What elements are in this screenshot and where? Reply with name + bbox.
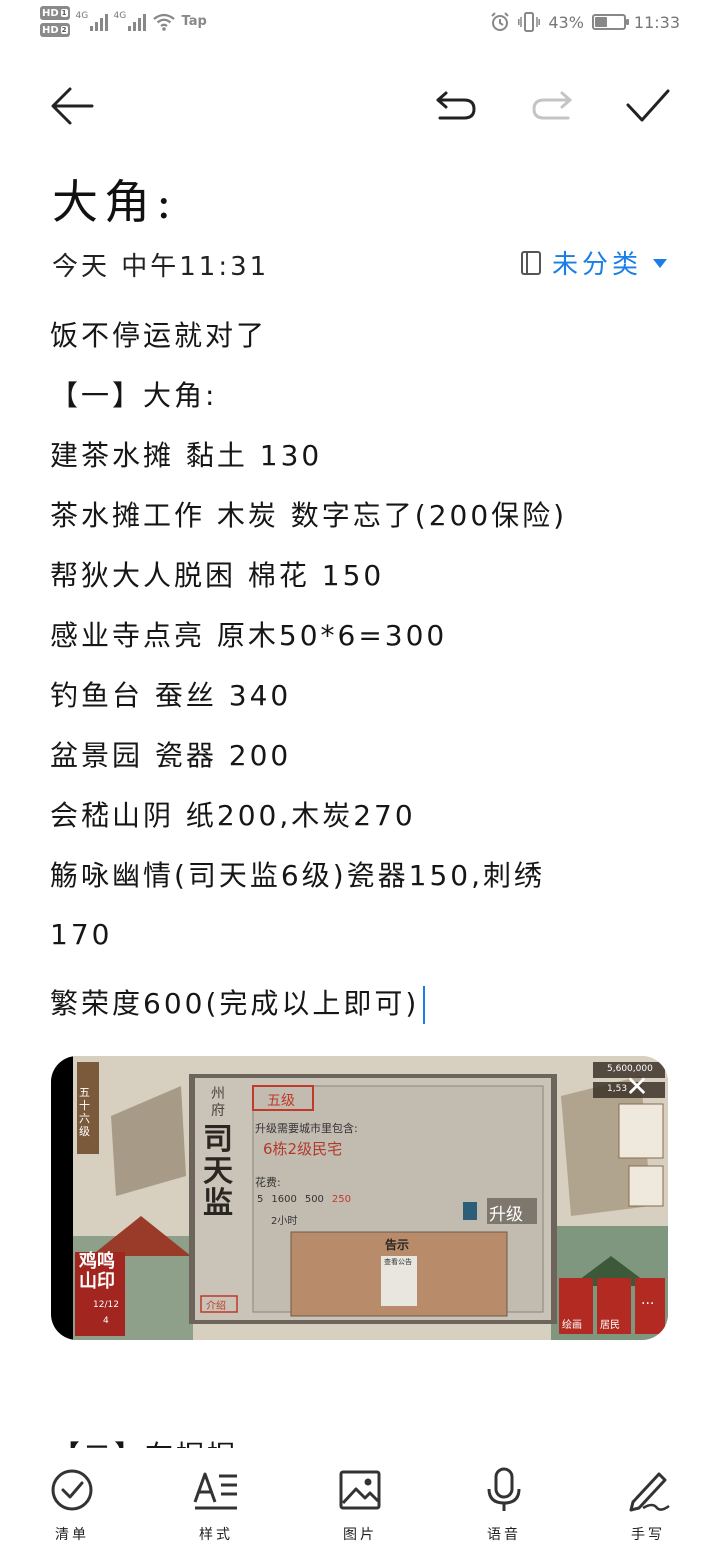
note-line[interactable]: 觞咏幽情(司天监6级)瓷器150,刺绣 — [50, 854, 545, 894]
text-style-button[interactable]: 样式 — [171, 1466, 261, 1544]
draw-button[interactable]: 绘画 — [562, 1316, 582, 1331]
handwriting-pen-icon — [624, 1466, 672, 1514]
stamp-text: 鸡鸣山印 — [79, 1251, 115, 1292]
category-selector[interactable]: 未分类 — [520, 244, 668, 281]
remove-image-button[interactable]: ✕ — [624, 1073, 650, 1101]
note-toolbar — [0, 76, 720, 136]
image-label: 图片 — [343, 1527, 377, 1543]
note-line[interactable]: 会嵇山阴 纸200,木炭270 — [50, 794, 416, 834]
note-line[interactable]: 帮狄大人脱困 棉花 150 — [50, 554, 384, 594]
redo-button[interactable] — [522, 76, 582, 136]
checklist-label: 清单 — [55, 1527, 89, 1543]
note-title[interactable]: 大角: — [52, 166, 178, 232]
cost-item: 1600 — [271, 1194, 297, 1205]
undo-icon — [436, 91, 476, 120]
residents-button[interactable]: 居民 — [600, 1316, 620, 1331]
cost-label: 花费: — [255, 1176, 281, 1189]
image-button[interactable]: 图片 — [315, 1466, 405, 1544]
arrow-left-icon — [51, 87, 94, 125]
voice-label: 语音 — [487, 1527, 521, 1543]
intro-button[interactable]: 介绍 — [206, 1297, 226, 1312]
clock: 11:33 — [633, 12, 680, 32]
level-badge: 五十六级 — [79, 1086, 90, 1138]
note-line[interactable]: 170 — [50, 918, 112, 951]
cost-row: 5 1600 500 250 — [257, 1194, 351, 1205]
note-line[interactable]: 茶水摊工作 木炭 数字忘了(200保险) — [50, 494, 567, 534]
battery-icon — [591, 14, 629, 30]
close-icon: ✕ — [625, 1070, 649, 1103]
back-button[interactable] — [42, 76, 102, 136]
check-icon — [626, 89, 670, 122]
image-icon — [336, 1466, 384, 1514]
notice-paper[interactable]: 查看公告 — [384, 1258, 416, 1267]
note-line-partial[interactable]: 【二】在据据 — [52, 1436, 238, 1448]
text-style-label: 样式 — [199, 1527, 233, 1543]
status-left: HD 1 HD 2 4G 4G Tap — [40, 6, 207, 37]
bottom-action-bar: 清单 样式 图片 语音 手写 — [0, 1450, 720, 1560]
requirement-value: 6栋2级民宅 — [263, 1140, 343, 1158]
status-right: 43% 11:33 — [490, 12, 680, 32]
alarm-icon — [491, 12, 510, 31]
hd-voice-icons: HD 1 HD 2 — [40, 6, 70, 37]
category-label: 未分类 — [551, 250, 642, 280]
level-label: 五级 — [267, 1093, 295, 1109]
building-name: 司天监 — [203, 1122, 233, 1221]
cost-item: 5 — [257, 1194, 264, 1205]
undo-button[interactable] — [426, 76, 486, 136]
note-line[interactable]: 盆景园 瓷器 200 — [50, 734, 291, 774]
game-screenshot — [51, 1056, 668, 1340]
upgrade-button[interactable]: 升级 — [489, 1200, 523, 1225]
handwriting-button[interactable]: 手写 — [603, 1466, 693, 1544]
dropdown-arrow-icon — [653, 258, 667, 268]
text-cursor — [423, 986, 426, 1024]
more-button[interactable]: ··· — [641, 1296, 654, 1312]
text-style-icon — [192, 1466, 240, 1514]
vibrate-icon — [518, 12, 541, 32]
note-line[interactable]: 繁荣度600(完成以上即可) — [50, 987, 419, 1020]
hd-voice-1-icon: HD 1 — [40, 6, 70, 20]
note-line-with-cursor[interactable]: 繁荣度600(完成以上即可) — [50, 982, 426, 1024]
redo-icon — [532, 91, 572, 120]
wifi-icon — [152, 13, 175, 31]
battery-percent: 43% — [548, 12, 584, 32]
note-line[interactable]: 【一】大角: — [50, 374, 217, 414]
stamp-sub: 4 — [103, 1316, 109, 1326]
note-line[interactable]: 建茶水摊 黏土 130 — [50, 434, 322, 474]
handwriting-label: 手写 — [631, 1527, 665, 1543]
checklist-icon — [48, 1466, 96, 1514]
requirement-label: 升级需要城市里包含: — [255, 1122, 358, 1135]
notebook-icon — [520, 250, 541, 275]
status-bar: HD 1 HD 2 4G 4G Tap 43% 11:33 — [0, 0, 720, 50]
embedded-image[interactable]: 五十六级 州府 司天监 五级 升级需要城市里包含: 6栋2级民宅 花费: 5 1… — [51, 1056, 668, 1340]
microphone-icon — [480, 1466, 528, 1514]
checklist-button[interactable]: 清单 — [27, 1466, 117, 1544]
note-line[interactable]: 钓鱼台 蚕丝 340 — [50, 674, 291, 714]
note-date: 今天 中午11:31 — [52, 252, 270, 282]
note-line[interactable]: 感业寺点亮 原木50*6=300 — [50, 614, 447, 654]
notice-title: 告示 — [385, 1238, 410, 1252]
tap-label: Tap — [181, 14, 207, 29]
cost-item: 500 — [304, 1194, 324, 1205]
done-button[interactable] — [618, 76, 678, 136]
stamp-count: 12/12 — [93, 1300, 119, 1310]
cost-item: 250 — [331, 1194, 352, 1205]
hd-voice-2-icon: HD 2 — [40, 23, 70, 37]
voice-button[interactable]: 语音 — [459, 1466, 549, 1544]
cost-time: 2小时 — [271, 1216, 298, 1227]
signal-1-icon: 4G — [76, 11, 108, 31]
building-category: 州府 — [211, 1086, 225, 1119]
note-line[interactable]: 饭不停运就对了 — [50, 314, 267, 354]
signal-2-icon: 4G — [114, 11, 146, 31]
